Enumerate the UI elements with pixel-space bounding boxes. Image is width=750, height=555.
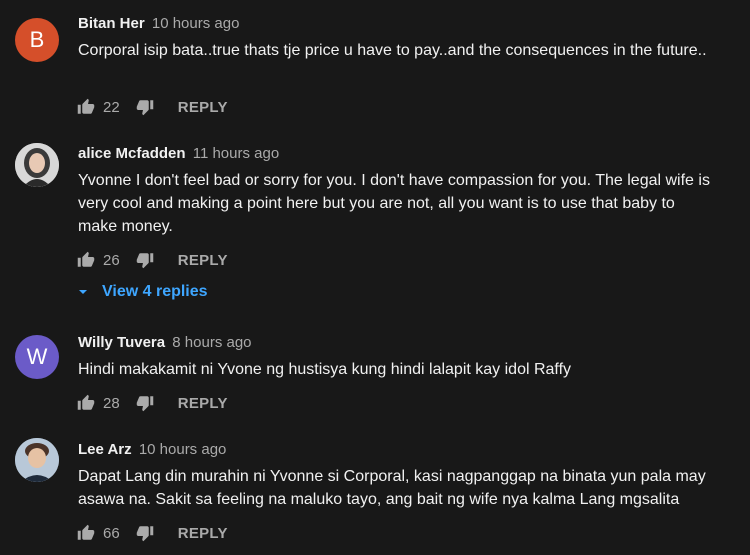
reply-button[interactable]: REPLY xyxy=(178,252,228,269)
profile-photo-icon xyxy=(15,438,59,482)
comment-text: Hindi makakamit ni Yvone ng hustisya kun… xyxy=(78,361,572,378)
comment-timestamp[interactable]: 10 hours ago xyxy=(152,15,240,32)
like-count: 26 xyxy=(103,251,120,269)
reply-button[interactable]: REPLY xyxy=(178,525,228,542)
reply-button[interactable]: REPLY xyxy=(178,99,228,116)
like-count: 66 xyxy=(103,524,120,542)
thumbs-down-icon[interactable] xyxy=(136,524,154,542)
thumbs-up-icon[interactable] xyxy=(77,98,95,116)
comment-text: Yvonne I don't feel bad or sorry for you… xyxy=(78,172,710,235)
comment-timestamp[interactable]: 10 hours ago xyxy=(139,441,227,458)
profile-photo-icon xyxy=(15,143,59,187)
thumbs-down-icon[interactable] xyxy=(136,394,154,412)
avatar-letter: B xyxy=(29,27,45,52)
comment-text: Corporal isip bata..true thats tje price… xyxy=(78,42,707,59)
thumbs-down-icon[interactable] xyxy=(136,251,154,269)
comment-author[interactable]: alice Mcfadden xyxy=(78,145,186,162)
avatar-letter: W xyxy=(26,344,48,369)
thumbs-down-icon[interactable] xyxy=(136,98,154,116)
avatar[interactable]: B xyxy=(15,18,59,62)
comment-text: Dapat Lang din murahin ni Yvonne si Corp… xyxy=(78,468,706,508)
comment-author[interactable]: Lee Arz xyxy=(78,441,132,458)
view-replies-button[interactable]: View 4 replies xyxy=(78,283,208,301)
comment-timestamp[interactable]: 11 hours ago xyxy=(193,145,279,162)
reply-button[interactable]: REPLY xyxy=(178,395,228,412)
avatar[interactable]: W xyxy=(15,335,59,379)
thumbs-up-icon[interactable] xyxy=(77,524,95,542)
view-replies-label: View 4 replies xyxy=(102,283,208,300)
like-count: 22 xyxy=(103,98,120,116)
caret-down-icon xyxy=(78,287,88,297)
comment-author[interactable]: Bitan Her xyxy=(78,15,145,32)
avatar[interactable] xyxy=(15,143,59,187)
comment-author[interactable]: Willy Tuvera xyxy=(78,334,165,351)
comment-timestamp[interactable]: 8 hours ago xyxy=(172,334,251,351)
thumbs-up-icon[interactable] xyxy=(77,251,95,269)
like-count: 28 xyxy=(103,394,120,412)
thumbs-up-icon[interactable] xyxy=(77,394,95,412)
avatar[interactable] xyxy=(15,438,59,482)
